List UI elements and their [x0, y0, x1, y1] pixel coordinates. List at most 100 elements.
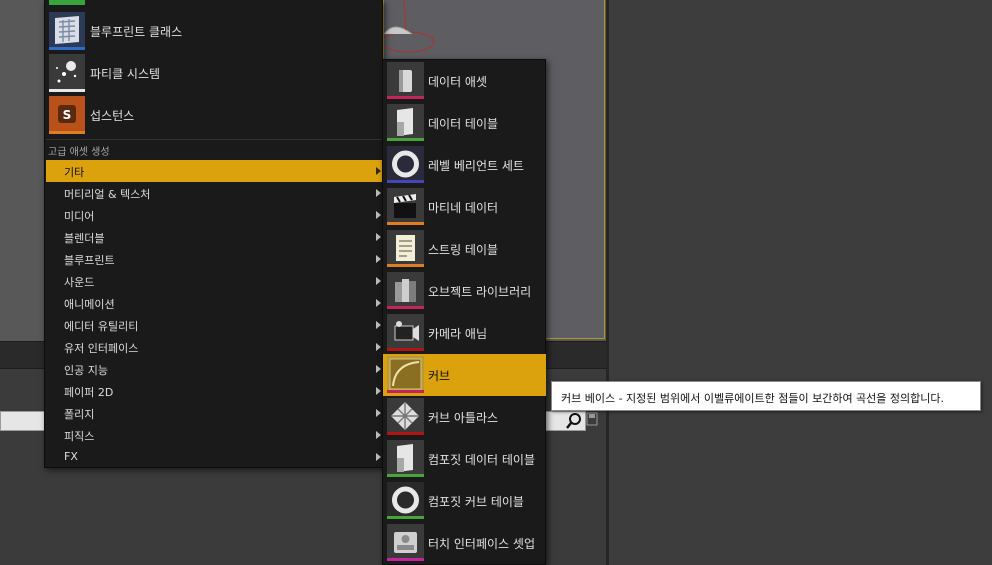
submenu-item-string-table[interactable]: 스트링 테이블: [383, 228, 546, 270]
submenu-item-matinee-data[interactable]: 마티네 데이터: [383, 186, 546, 228]
category-foliage[interactable]: 폴리지: [46, 402, 383, 424]
svg-text:S: S: [63, 108, 72, 122]
submenu-arrow-icon: [376, 233, 381, 241]
submenu-arrow-icon: [376, 365, 381, 373]
submenu-label: 스트링 테이블: [428, 243, 499, 257]
asset-label: 블루프린트 클래스: [90, 25, 183, 39]
category-label: FX: [64, 450, 78, 463]
asset-color-bar: [387, 222, 424, 225]
submenu-item-curve[interactable]: 커브: [383, 354, 546, 396]
submenu-item-object-library[interactable]: 오브젝트 라이브러리: [383, 270, 546, 312]
curve-tooltip: 커브 베이스 - 지정된 범위에서 이벨류에이트한 점들이 보간하여 곡선을 정…: [551, 381, 981, 411]
blueprint-class-icon: [49, 12, 85, 48]
substance-icon: S: [49, 96, 85, 132]
asset-color-bar: [49, 0, 85, 5]
submenu-label: 커브: [428, 369, 451, 383]
submenu-item-data-table[interactable]: 데이터 테이블: [383, 102, 546, 144]
submenu-item-composite-curve-table[interactable]: 컴포짓 커브 테이블: [383, 480, 546, 522]
category-label: 블루프린트: [64, 254, 115, 267]
search-icon[interactable]: [565, 412, 583, 430]
submenu-item-composite-data-table[interactable]: 컴포짓 데이터 테이블: [383, 438, 546, 480]
category-label: 블렌더블: [64, 232, 105, 245]
submenu-label: 데이터 테이블: [428, 117, 499, 131]
asset-color-bar: [387, 390, 424, 393]
category-physics[interactable]: 피직스: [46, 424, 383, 446]
submenu-item-camera-anim[interactable]: 카메라 애님: [383, 312, 546, 354]
asset-color-bar: [387, 306, 424, 309]
section-header: 고급 애셋 생성: [48, 147, 110, 158]
submenu-item-level-variant-sets[interactable]: 레벨 베리언트 세트: [383, 144, 546, 186]
asset-color-bar: [387, 516, 424, 519]
curve-icon: [387, 356, 424, 392]
object-library-icon: [387, 272, 424, 308]
submenu-arrow-icon: [376, 409, 381, 417]
category-editor-utilities[interactable]: 에디터 유틸리티: [46, 314, 383, 336]
category-fx[interactable]: FX: [46, 446, 383, 468]
submenu-item-curve-atlas[interactable]: 커브 아틀라스: [383, 396, 546, 438]
asset-color-bar: [49, 131, 85, 134]
submenu-arrow-icon: [376, 167, 381, 175]
data-table-icon: [387, 104, 424, 140]
asset-color-bar: [49, 89, 85, 92]
category-label: 유저 인터페이스: [64, 342, 139, 355]
category-sounds[interactable]: 사운드: [46, 270, 383, 292]
submenu-item-touch-interface-setup[interactable]: 터치 인터페이스 셋업: [383, 522, 546, 564]
sphere-gizmo-icon: [384, 0, 435, 53]
section-divider: [46, 139, 382, 140]
submenu-label: 마티네 데이터: [428, 201, 499, 215]
asset-label: 파티클 시스템: [90, 67, 161, 81]
category-blueprints[interactable]: 블루프린트: [46, 248, 383, 270]
submenu-label: 카메라 애님: [428, 327, 488, 341]
asset-color-bar: [49, 47, 85, 50]
category-user-interface[interactable]: 유저 인터페이스: [46, 336, 383, 358]
asset-color-bar: [387, 264, 424, 267]
menu-item-particle-system[interactable]: 파티클 시스템: [46, 54, 382, 96]
submenu-arrow-icon: [376, 321, 381, 329]
submenu-arrow-icon: [376, 299, 381, 307]
composite-curve-table-icon: [387, 482, 424, 518]
category-artificial-intelligence[interactable]: 인공 지능: [46, 358, 383, 380]
submenu-arrow-icon: [376, 343, 381, 351]
submenu-arrow-icon: [376, 453, 381, 461]
level-variant-sets-icon: [387, 146, 424, 182]
submenu-arrow-icon: [376, 277, 381, 285]
category-label: 에디터 유틸리티: [64, 320, 139, 333]
category-label: 애니메이션: [64, 298, 115, 311]
category-misc[interactable]: 기타: [46, 160, 383, 182]
asset-color-bar: [387, 348, 424, 351]
menu-item-blueprint-class[interactable]: 블루프린트 클래스: [46, 12, 382, 54]
submenu-label: 커브 아틀라스: [428, 411, 499, 425]
category-label: 기타: [64, 166, 85, 179]
category-label: 페이퍼 2D: [64, 386, 114, 399]
data-asset-icon: [387, 62, 424, 98]
menu-item-substance[interactable]: S 섭스턴스: [46, 96, 382, 138]
submenu-arrow-icon: [376, 255, 381, 263]
category-label: 머티리얼 & 텍스처: [64, 188, 151, 201]
submenu-arrow-icon: [376, 431, 381, 439]
asset-color-bar: [387, 180, 424, 183]
save-icon[interactable]: [586, 412, 598, 426]
add-new-asset-menu: 블루프린트 클래스 파티클 시스템 S 섭스턴스 고급 애셋 생성 기타 머티리…: [44, 0, 383, 468]
category-animation[interactable]: 애니메이션: [46, 292, 383, 314]
submenu-label: 컴포짓 데이터 테이블: [428, 453, 535, 467]
submenu-item-data-asset[interactable]: 데이터 애셋: [383, 60, 546, 102]
camera-anim-icon: [387, 314, 424, 350]
submenu-label: 데이터 애셋: [428, 75, 488, 89]
category-label: 사운드: [64, 276, 95, 289]
submenu-arrow-icon: [376, 189, 381, 197]
category-paper-2d[interactable]: 페이퍼 2D: [46, 380, 383, 402]
category-label: 피직스: [64, 430, 95, 443]
string-table-icon: [387, 230, 424, 266]
category-materials-textures[interactable]: 머티리얼 & 텍스처: [46, 182, 383, 204]
submenu-arrow-icon: [376, 211, 381, 219]
details-panel: [606, 0, 992, 565]
particle-system-icon: [49, 54, 85, 90]
category-blendables[interactable]: 블렌더블: [46, 226, 383, 248]
touch-interface-setup-icon: [387, 524, 424, 560]
asset-color-bar: [387, 432, 424, 435]
asset-color-bar: [387, 558, 424, 561]
category-media[interactable]: 미디어: [46, 204, 383, 226]
category-label: 폴리지: [64, 408, 95, 421]
tooltip-text: 커브 베이스 - 지정된 범위에서 이벨류에이트한 점들이 보간하여 곡선을 정…: [561, 392, 945, 405]
submenu-label: 컴포짓 커브 테이블: [428, 495, 524, 509]
